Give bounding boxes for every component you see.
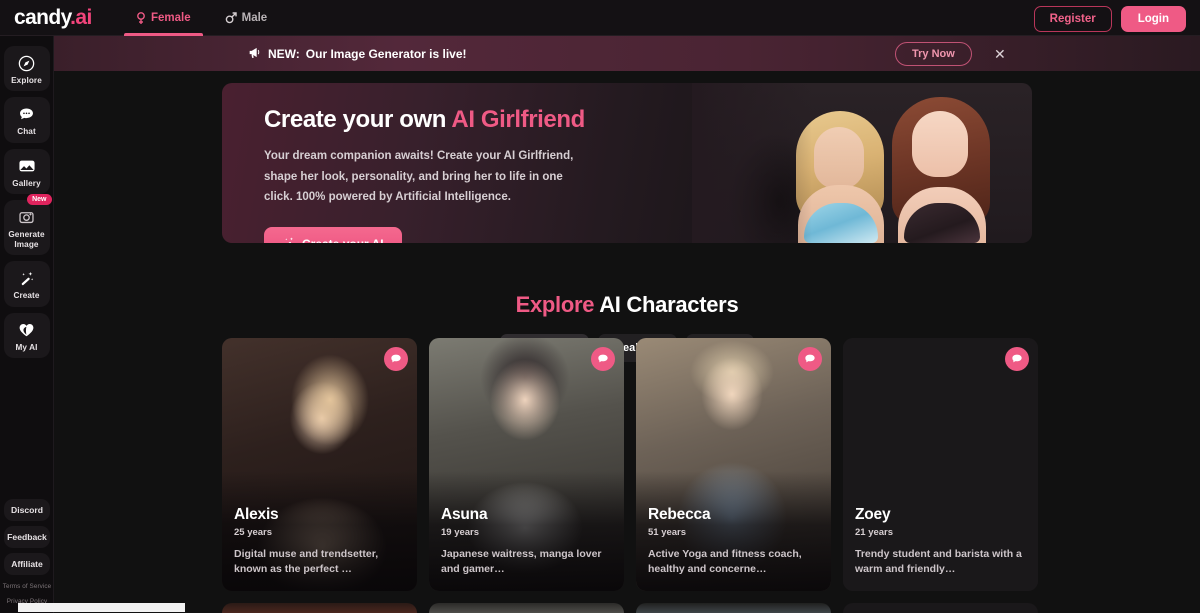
- card-info: Alexis 25 years Digital muse and trendse…: [234, 506, 407, 577]
- explore-heading-plain: AI Characters: [594, 292, 739, 317]
- close-icon[interactable]: ✕: [994, 47, 1006, 61]
- promo-prefix: NEW:: [268, 46, 300, 61]
- brand-suffix: .ai: [70, 6, 92, 29]
- chat-button[interactable]: [591, 347, 615, 371]
- character-name: Rebecca: [648, 505, 711, 523]
- character-name: Zoey: [855, 505, 891, 523]
- character-card-partial[interactable]: [843, 603, 1038, 613]
- hero-banner: Create your own AI Girlfriend Your dream…: [222, 83, 1032, 243]
- explore-heading-accent: Explore: [515, 292, 595, 317]
- sidebar-link-affiliate[interactable]: Affiliate: [4, 553, 50, 575]
- venus-icon: [136, 11, 146, 25]
- generate-image-icon: [6, 207, 48, 227]
- register-button[interactable]: Register: [1033, 6, 1112, 32]
- new-badge: New: [27, 194, 52, 206]
- character-age: 25 years: [234, 526, 273, 538]
- tab-male-label: Male: [241, 12, 268, 24]
- sidebar-item-create[interactable]: Create: [3, 261, 50, 307]
- character-card-rebecca[interactable]: Rebecca 51 years Active Yoga and fitness…: [636, 338, 831, 591]
- card-info: Rebecca 51 years Active Yoga and fitness…: [648, 506, 821, 577]
- magic-wand-icon: [6, 268, 48, 288]
- sidebar-item-gallery[interactable]: Gallery: [3, 148, 50, 195]
- promo-banner-text: NEW: Our Image Generator is live!: [247, 45, 467, 63]
- hero-create-ai-label: Create your AI: [302, 237, 384, 243]
- hero-subtitle: Your dream companion awaits! Create your…: [264, 150, 574, 203]
- sidebar-item-chat[interactable]: Chat: [3, 97, 50, 143]
- chat-button[interactable]: [384, 347, 408, 371]
- chat-button[interactable]: [1005, 347, 1029, 371]
- character-name: Asuna: [441, 505, 488, 523]
- hero-figure-anime: [878, 97, 1004, 243]
- sidebar-item-generate-image-label: Generate Image: [8, 230, 45, 249]
- chat-button[interactable]: [798, 347, 822, 371]
- tab-female[interactable]: Female: [124, 0, 203, 36]
- character-age: 51 years: [648, 526, 687, 538]
- character-grid: Alexis 25 years Digital muse and trendse…: [222, 338, 1040, 591]
- card-info: Zoey 21 years Trendy student and barista…: [855, 506, 1028, 577]
- sidebar: Explore Chat Gallery New Generate Image: [0, 36, 54, 613]
- sidebar-link-discord[interactable]: Discord: [4, 499, 50, 521]
- heart-icon: [6, 320, 48, 340]
- character-card-partial[interactable]: [222, 603, 417, 613]
- tab-male[interactable]: Male: [213, 0, 280, 36]
- chat-bubble-icon: [391, 354, 401, 363]
- top-bar: candy.ai Female Male Register Login: [0, 0, 1200, 36]
- hero-create-ai-button[interactable]: Create your AI: [264, 226, 402, 243]
- auth-buttons: Register Login: [1033, 6, 1186, 32]
- character-age: 19 years: [441, 526, 480, 538]
- tab-female-label: Female: [151, 12, 191, 24]
- character-card-zoey[interactable]: Zoey 21 years Trendy student and barista…: [843, 338, 1038, 591]
- character-grid-row-2: [222, 603, 1040, 613]
- character-description: Active Yoga and fitness coach, healthy a…: [648, 547, 802, 575]
- character-card-asuna[interactable]: Asuna 19 years Japanese waitress, manga …: [429, 338, 624, 591]
- gender-tabs: Female Male: [124, 0, 279, 36]
- chat-bubble-icon: [6, 104, 48, 124]
- login-button[interactable]: Login: [1120, 6, 1186, 32]
- character-description: Trendy student and barista with a warm a…: [855, 547, 1022, 575]
- gallery-icon: [6, 156, 48, 176]
- character-description: Japanese waitress, manga lover and gamer…: [441, 547, 602, 575]
- card-info: Asuna 19 years Japanese waitress, manga …: [441, 506, 614, 577]
- sidebar-footer: Discord Feedback Affiliate Terms of Serv…: [0, 499, 54, 605]
- sidebar-item-chat-label: Chat: [17, 127, 36, 137]
- character-age: 21 years: [855, 526, 894, 538]
- hero-text-block: Create your own AI Girlfriend Your dream…: [264, 106, 644, 243]
- hero-title-accent: AI Girlfriend: [451, 106, 585, 133]
- hero-title: Create your own AI Girlfriend: [264, 106, 644, 133]
- character-card-partial[interactable]: [636, 603, 831, 613]
- hero-artwork: [692, 83, 1032, 243]
- character-name: Alexis: [234, 505, 279, 523]
- mars-icon: [225, 12, 237, 24]
- sidebar-item-explore-label: Explore: [11, 76, 42, 85]
- sidebar-items: Explore Chat Gallery New Generate Image: [0, 36, 53, 358]
- sidebar-item-my-ai-label: My AI: [15, 342, 38, 352]
- sidebar-item-gallery-label: Gallery: [12, 178, 41, 188]
- sidebar-item-generate-image[interactable]: New Generate Image: [3, 194, 52, 256]
- promo-banner: NEW: Our Image Generator is live! Try No…: [54, 36, 1200, 71]
- brand-name: candy: [14, 6, 71, 29]
- chat-bubble-icon: [598, 354, 608, 363]
- promo-message: Our Image Generator is live!: [305, 46, 467, 61]
- brand-logo[interactable]: candy.ai: [14, 6, 92, 30]
- hero-title-plain: Create your own: [264, 106, 452, 133]
- terms-of-service-link[interactable]: Terms of Service: [3, 583, 52, 590]
- chat-bubble-icon: [1012, 354, 1022, 363]
- megaphone-icon: [247, 45, 262, 63]
- magic-wand-icon: [282, 236, 295, 243]
- character-card-alexis[interactable]: Alexis 25 years Digital muse and trendse…: [222, 338, 417, 591]
- chat-bubble-icon: [805, 354, 815, 363]
- sidebar-item-explore[interactable]: Explore: [3, 46, 50, 92]
- horizontal-scrollbar[interactable]: [18, 603, 185, 612]
- character-card-partial[interactable]: [429, 603, 624, 613]
- compass-icon: [6, 53, 48, 73]
- main-content: NEW: Our Image Generator is live! Try No…: [54, 36, 1200, 613]
- sidebar-link-feedback[interactable]: Feedback: [4, 526, 50, 548]
- sidebar-item-my-ai[interactable]: My AI: [3, 312, 50, 358]
- sidebar-item-create-label: Create: [13, 291, 40, 301]
- character-description: Digital muse and trendsetter, known as t…: [234, 547, 379, 575]
- explore-heading: Explore AI Characters: [54, 292, 1200, 318]
- promo-try-now-button[interactable]: Try Now: [895, 41, 972, 66]
